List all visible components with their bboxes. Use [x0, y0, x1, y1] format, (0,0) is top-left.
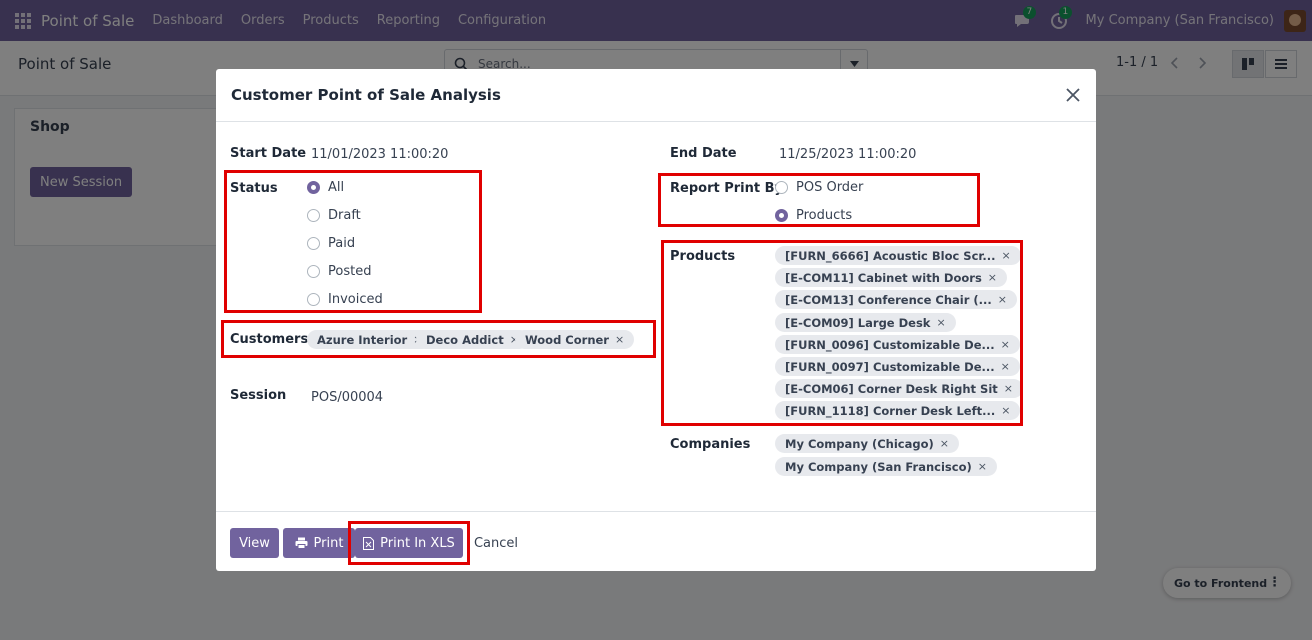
company-tag-label: My Company (San Francisco) — [785, 459, 972, 474]
session-label: Session — [230, 388, 287, 403]
report-wizard-dialog: Customer Point of Sale Analysis Start Da… — [216, 69, 1096, 571]
printer-icon — [295, 537, 308, 549]
dialog-header: Customer Point of Sale Analysis — [216, 69, 1096, 122]
customers-highlight-box — [221, 320, 656, 358]
status-highlight-box — [224, 170, 482, 313]
close-icon[interactable] — [1062, 84, 1084, 106]
session-field[interactable]: POS/00004 — [311, 390, 383, 405]
view-button[interactable]: View — [230, 528, 279, 558]
start-date-field[interactable]: 11/01/2023 11:00:20 — [311, 147, 448, 162]
products-highlight-box — [661, 240, 1023, 426]
start-date-label: Start Date — [230, 146, 307, 161]
report-print-by-highlight-box — [658, 173, 980, 227]
dialog-title: Customer Point of Sale Analysis — [231, 86, 501, 104]
end-date-label: End Date — [670, 146, 737, 161]
print-button[interactable]: Print — [283, 528, 355, 558]
company-tag-label: My Company (Chicago) — [785, 436, 934, 451]
print-xls-highlight-box — [348, 521, 470, 565]
company-tag: My Company (Chicago) × — [775, 434, 959, 453]
end-date-field[interactable]: 11/25/2023 11:00:20 — [779, 147, 916, 162]
print-button-label: Print — [313, 535, 344, 551]
cancel-button[interactable]: Cancel — [470, 528, 522, 558]
companies-label: Companies — [670, 437, 751, 452]
remove-tag-icon[interactable]: × — [978, 460, 987, 473]
company-tag: My Company (San Francisco) × — [775, 457, 997, 476]
dialog-footer: View Print Print In XLS Cancel — [216, 511, 1096, 571]
remove-tag-icon[interactable]: × — [940, 437, 949, 450]
